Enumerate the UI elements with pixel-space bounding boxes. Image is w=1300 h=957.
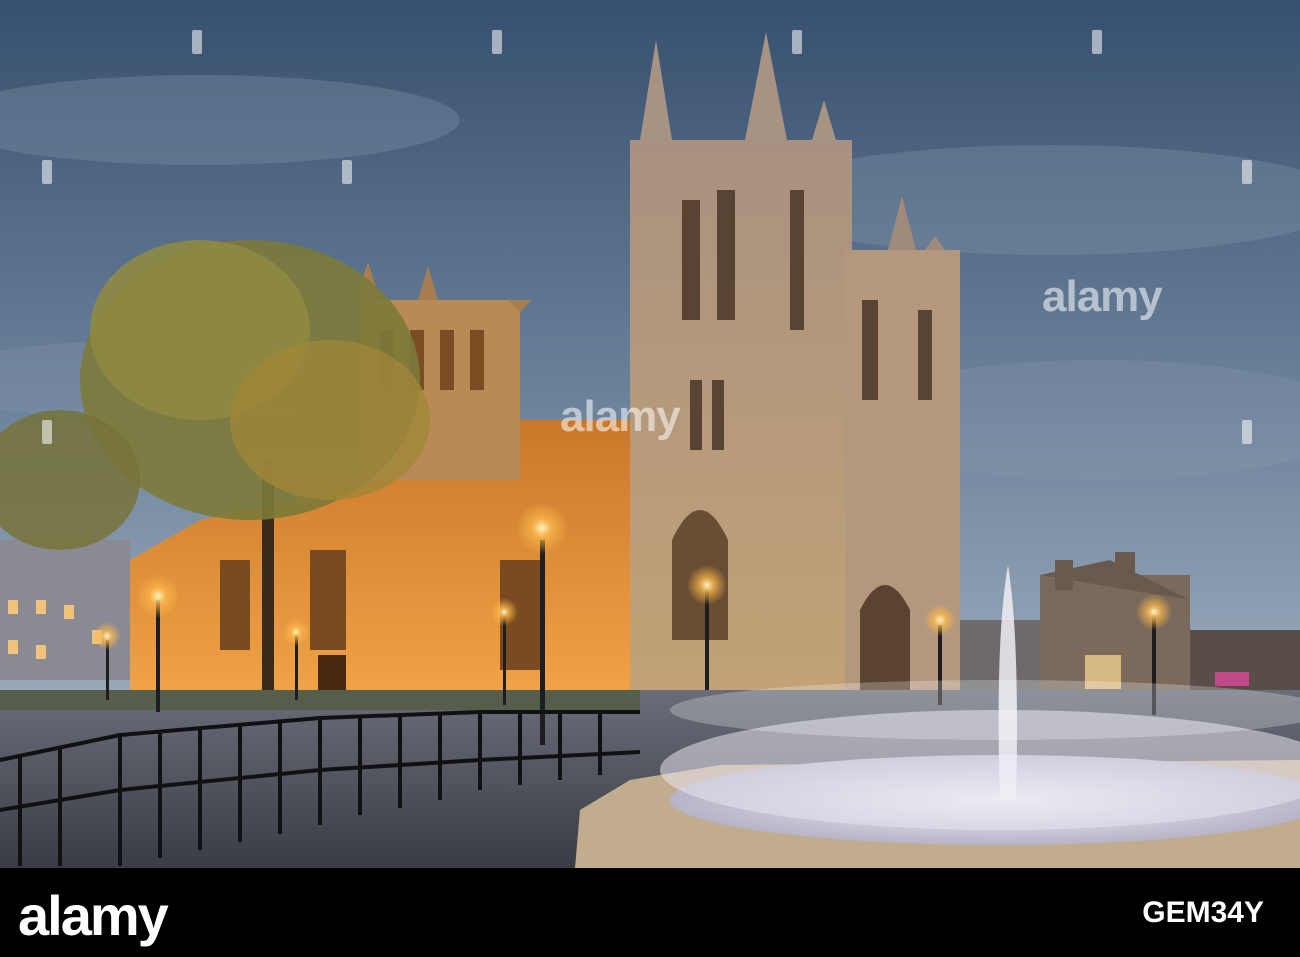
watermark-mark: [192, 30, 202, 54]
watermark-mark: [1242, 420, 1252, 444]
watermark-mark: [1242, 160, 1252, 184]
watermark-mark: [42, 420, 52, 444]
photo: alamy alamy: [0, 0, 1300, 868]
watermark-mark: [42, 160, 52, 184]
left-building: [0, 540, 130, 680]
watermark-center: alamy: [560, 392, 681, 441]
watermark-mark: [1092, 30, 1102, 54]
image-id: GEM34Y: [1142, 896, 1264, 929]
watermark-right: alamy: [1042, 272, 1163, 321]
watermark-strip: alamy GEM34Y: [0, 868, 1300, 957]
watermark-mark: [792, 30, 802, 54]
alamy-logo: alamy: [18, 884, 169, 947]
watermark-mark: [342, 160, 352, 184]
watermark-mark: [492, 30, 502, 54]
